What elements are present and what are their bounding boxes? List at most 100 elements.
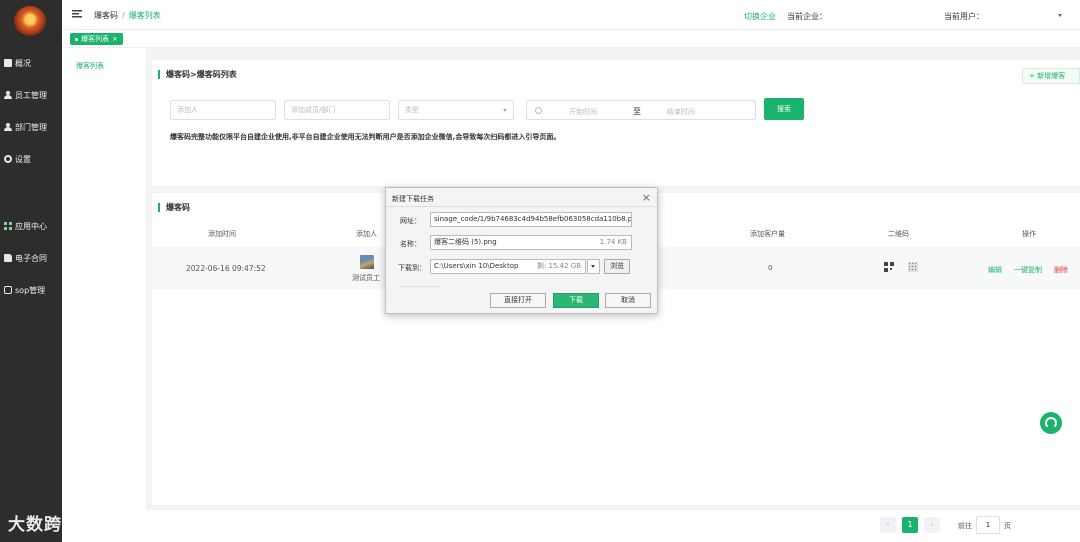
usage-notice: 爆客码完整功能仅限平台自建企业使用,非平台自建企业使用无法判断用户是否添加企业微… [170, 133, 561, 141]
chevron-down-icon[interactable] [587, 259, 600, 274]
breadcrumb-current: 爆客列表 [128, 11, 161, 20]
name-label: 名称： [400, 240, 421, 248]
chevron-down-icon [503, 109, 507, 112]
save-path-field[interactable]: C:\Users\xin 10\Desktop 剩: 15.42 GB [430, 259, 586, 274]
prev-page-button[interactable]: ‹ [880, 517, 896, 533]
date-range-separator: 至 [633, 107, 641, 116]
close-icon[interactable]: × [642, 191, 651, 204]
filter-card: 爆客码>爆客码列表 + 新增爆客 添加人 添加成员/部门 类型 开始时间 至 结… [152, 60, 1080, 186]
header-actions: 操作 [1022, 230, 1036, 238]
cancel-button[interactable]: 取消 [605, 293, 651, 308]
page-unit-label: 页 [1004, 522, 1011, 530]
delete-link[interactable]: 删除 [1054, 265, 1068, 275]
user-icon [4, 91, 12, 99]
sidebar: 概况 员工管理 部门管理 设置 应用中心 电子合同 sop管理 [0, 0, 62, 542]
adder-input[interactable]: 添加人 [170, 100, 276, 120]
sidebar-item-label: 部门管理 [15, 122, 47, 132]
file-size: 1.74 KB [599, 238, 627, 246]
menu-toggle-icon[interactable] [72, 10, 82, 18]
sidebar-item-department[interactable]: 部门管理 [4, 120, 47, 134]
type-select[interactable]: 类型 [398, 100, 514, 120]
dialog-divider [386, 206, 657, 207]
subnav-item-customer-list[interactable]: 爆客列表 [76, 61, 104, 71]
date-range-picker[interactable]: 开始时间 至 结束时间 [526, 100, 756, 120]
tab-label: 爆客列表 [81, 35, 109, 43]
sidebar-item-sop[interactable]: sop管理 [4, 283, 45, 297]
dialog-separator [400, 286, 440, 287]
mini-program-code-icon[interactable] [908, 262, 918, 272]
avatar [360, 255, 374, 269]
sidebar-item-label: 设置 [15, 154, 31, 164]
save-path-label: 下载到： [398, 264, 426, 272]
row-add-time: 2022-06-16 09:47:52 [186, 264, 266, 273]
sidebar-item-label: 电子合同 [15, 253, 47, 263]
url-value: sinage_code/1/9b74683c4d94b58efb063058cd… [434, 215, 632, 223]
document-icon [4, 254, 12, 262]
edit-link[interactable]: 编辑 [988, 265, 1002, 275]
member-department-input[interactable]: 添加成员/部门 [284, 100, 390, 120]
sidebar-item-contract[interactable]: 电子合同 [4, 251, 47, 265]
open-directly-button[interactable]: 直接打开 [490, 293, 546, 308]
sidebar-item-label: 概况 [15, 58, 31, 68]
header-adder: 添加人 [356, 230, 377, 238]
section-title: 爆客码>爆客码列表 [158, 70, 237, 79]
logo [14, 6, 46, 36]
grid-icon [4, 222, 12, 230]
sidebar-item-label: 应用中心 [15, 221, 47, 231]
current-enterprise-label: 当前企业： [787, 12, 827, 21]
save-path-value: C:\Users\xin 10\Desktop [434, 262, 519, 270]
breadcrumb-separator: / [122, 11, 125, 20]
sop-icon [4, 286, 12, 294]
tab-customer-list[interactable]: 爆客列表 × [70, 33, 123, 45]
sidebar-item-staff[interactable]: 员工管理 [4, 88, 47, 102]
sidebar-item-app-center[interactable]: 应用中心 [4, 219, 47, 233]
breadcrumb-root[interactable]: 爆客码 [94, 11, 118, 20]
goto-label: 前往 [958, 522, 972, 530]
sidebar-item-overview[interactable]: 概况 [4, 56, 31, 70]
header-customer-count: 添加客户量 [750, 230, 785, 238]
dialog-title: 新建下载任务 [392, 195, 434, 203]
header-qrcode: 二维码 [888, 230, 909, 238]
headset-icon[interactable] [1040, 412, 1062, 434]
table-title: 爆客码 [158, 203, 190, 212]
watermark: 大数跨境 [8, 515, 80, 535]
top-header: 爆客码 / 爆客列表 切换企业 当前企业： 当前用户： [62, 0, 1080, 30]
row-adder: 测试员工 [352, 274, 380, 282]
pagination: ‹ 1 › 前往 1 页 [146, 510, 1080, 542]
department-icon [4, 123, 12, 131]
gear-icon [4, 155, 12, 163]
page-1-button[interactable]: 1 [902, 517, 918, 533]
search-button[interactable]: 搜索 [764, 98, 804, 120]
url-field[interactable]: sinage_code/1/9b74683c4d94b58efb063058cd… [430, 212, 632, 227]
filename-value: 爆客二维码 (5).png [434, 238, 497, 246]
switch-enterprise-link[interactable]: 切换企业 [744, 11, 776, 22]
sidebar-item-settings[interactable]: 设置 [4, 152, 31, 166]
download-dialog: 新建下载任务 × 网址： sinage_code/1/9b74683c4d94b… [385, 187, 658, 314]
sidebar-item-label: sop管理 [15, 285, 46, 295]
chevron-down-icon[interactable] [1058, 14, 1062, 17]
sub-navigation: 爆客列表 [62, 48, 146, 542]
end-date-placeholder: 结束时间 [667, 108, 695, 116]
url-label: 网址： [400, 217, 421, 225]
filename-field[interactable]: 爆客二维码 (5).png 1.74 KB [430, 235, 632, 250]
sidebar-item-label: 员工管理 [15, 90, 47, 100]
header-add-time: 添加时间 [208, 230, 236, 238]
tab-bar: 爆客列表 × [62, 30, 1080, 48]
clock-icon [535, 107, 542, 114]
start-date-placeholder: 开始时间 [569, 108, 597, 116]
qrcode-icon[interactable] [884, 262, 894, 272]
add-customer-code-button[interactable]: + 新增爆客 [1022, 68, 1080, 84]
overview-icon [4, 59, 12, 67]
free-space: 剩: 15.42 GB [536, 262, 581, 270]
active-dot-icon [75, 37, 78, 41]
row-customer-count: 0 [768, 264, 773, 272]
breadcrumb: 爆客码 / 爆客列表 [94, 10, 161, 21]
browse-button[interactable]: 浏览 [604, 259, 630, 274]
download-button[interactable]: 下载 [553, 293, 599, 308]
current-user-label: 当前用户： [944, 12, 984, 21]
goto-page-input[interactable]: 1 [976, 516, 1000, 534]
next-page-button[interactable]: › [924, 517, 940, 533]
type-select-placeholder: 类型 [405, 106, 419, 114]
tab-close-icon[interactable]: × [112, 33, 118, 45]
copy-link[interactable]: 一键复制 [1014, 265, 1042, 275]
